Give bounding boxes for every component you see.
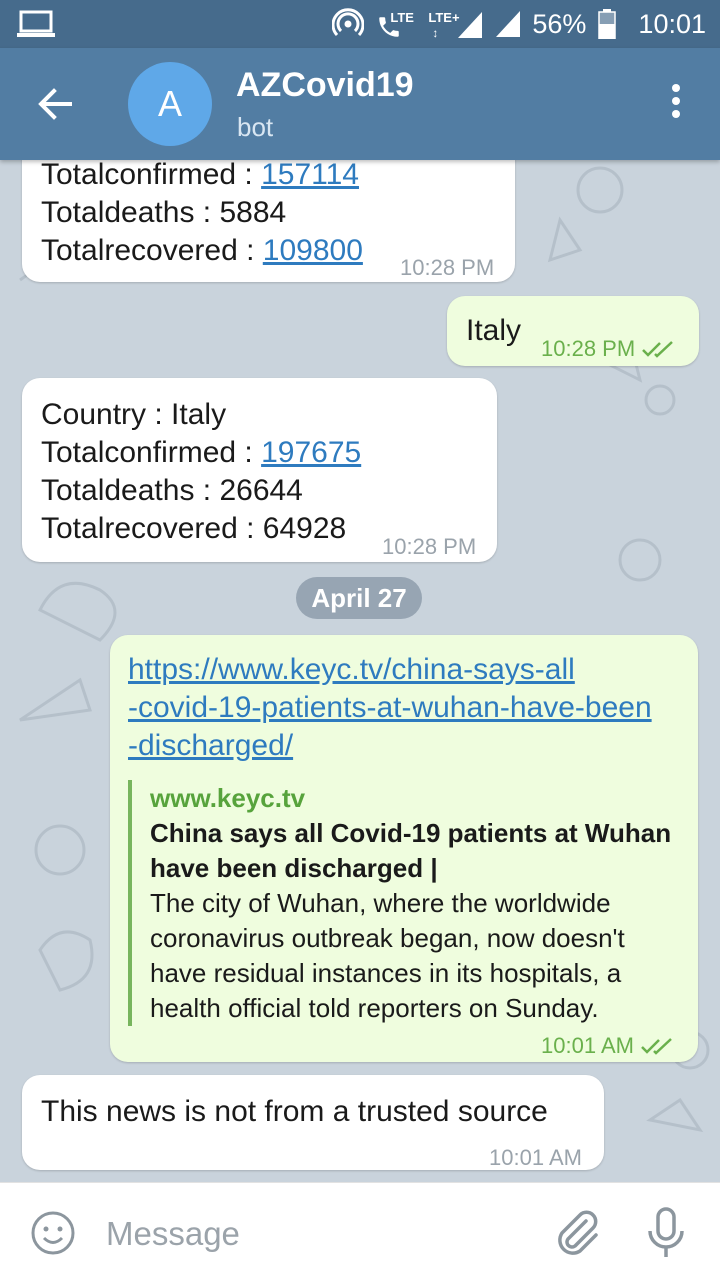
message-time: 10:01 AM (541, 1027, 674, 1065)
preview-description: coronavirus outbreak began, now doesn't (150, 923, 625, 953)
url-link[interactable]: -discharged/ (128, 727, 652, 765)
chat-header: A AZCovid19 bot (0, 48, 720, 160)
message-line: Totalconfirmed : 157114 (41, 160, 359, 191)
phone-number-link[interactable]: 157114 (261, 160, 359, 191)
status-bar: LTE LTE+ ↕ 56% 10:01 (0, 0, 720, 48)
outgoing-message-bubble[interactable]: Italy 10:28 PM (447, 296, 699, 366)
message-line: Totaldeaths : 26644 (41, 474, 303, 507)
message-line: Totalrecovered : 64928 (41, 512, 347, 545)
incoming-message-bubble[interactable]: Country : Italy Totalconfirmed : 197675 … (22, 378, 497, 562)
date-separator: April 27 (296, 577, 422, 619)
message-time: 10:28 PM (541, 330, 675, 368)
incoming-message-bubble[interactable]: Totalconfirmed : 157114 Totaldeaths : 58… (22, 160, 515, 282)
message-input-bar (0, 1182, 720, 1281)
battery-icon (598, 9, 617, 39)
preview-description: The city of Wuhan, where the worldwide (150, 888, 611, 918)
preview-title: have been discharged | (150, 853, 438, 883)
chat-area[interactable]: Totalconfirmed : 157114 Totaldeaths : 58… (0, 160, 720, 1180)
message-line: Totalconfirmed : 197675 (41, 436, 362, 469)
signal-icon: LTE+ ↕ (428, 8, 484, 40)
more-vert-icon[interactable] (666, 84, 686, 124)
call-lte-icon: LTE (376, 8, 416, 40)
message-text: Italy (466, 314, 522, 347)
link-preview[interactable]: www.keyc.tv China says all Covid-19 pati… (128, 780, 680, 1026)
outgoing-message-bubble[interactable]: https://www.keyc.tv/china-says-all -covi… (110, 635, 698, 1062)
message-time: 10:01 AM (489, 1145, 582, 1170)
phone-number-link[interactable]: 109800 (263, 234, 363, 267)
message-line: Totaldeaths : 5884 (41, 196, 287, 229)
incoming-message-bubble[interactable]: This news is not from a trusted source 1… (22, 1075, 604, 1170)
message-text: This news is not from a trusted source (41, 1095, 548, 1128)
signal-icon-2 (496, 11, 521, 37)
message-time: 10:28 PM (400, 255, 495, 280)
double-check-icon (642, 341, 674, 358)
avatar[interactable]: A (128, 62, 212, 146)
message-line: Totalrecovered : 109800 (41, 234, 363, 267)
message-time: 10:28 PM (382, 534, 477, 559)
mic-icon[interactable] (646, 1207, 686, 1259)
url-link[interactable]: -covid-19-patients-at-wuhan-have-been (128, 689, 652, 727)
lte-label: LTE (390, 10, 414, 25)
message-input[interactable] (104, 1203, 528, 1265)
clock: 10:01 (638, 8, 706, 39)
lte-plus-label: LTE+ (428, 10, 460, 25)
hotspot-icon (332, 8, 365, 37)
double-check-icon (641, 1038, 672, 1055)
message-line: Country : Italy (41, 398, 227, 431)
phone-number-link[interactable]: 197675 (261, 436, 361, 469)
laptop-icon (17, 10, 55, 37)
preview-title: China says all Covid-19 patients at Wuha… (150, 818, 672, 848)
attach-icon[interactable] (552, 1207, 600, 1257)
back-arrow-icon[interactable] (30, 80, 78, 128)
preview-site: www.keyc.tv (150, 783, 306, 813)
chat-subtitle: bot (237, 112, 274, 142)
chat-title[interactable]: AZCovid19 (236, 66, 414, 105)
emoji-icon[interactable] (30, 1210, 76, 1256)
preview-description: health official told reporters on Sunday… (150, 993, 599, 1023)
battery-percent: 56% (532, 8, 587, 39)
preview-description: have residual instances in its hospitals… (150, 958, 622, 988)
url-link[interactable]: https://www.keyc.tv/china-says-all (128, 651, 652, 689)
